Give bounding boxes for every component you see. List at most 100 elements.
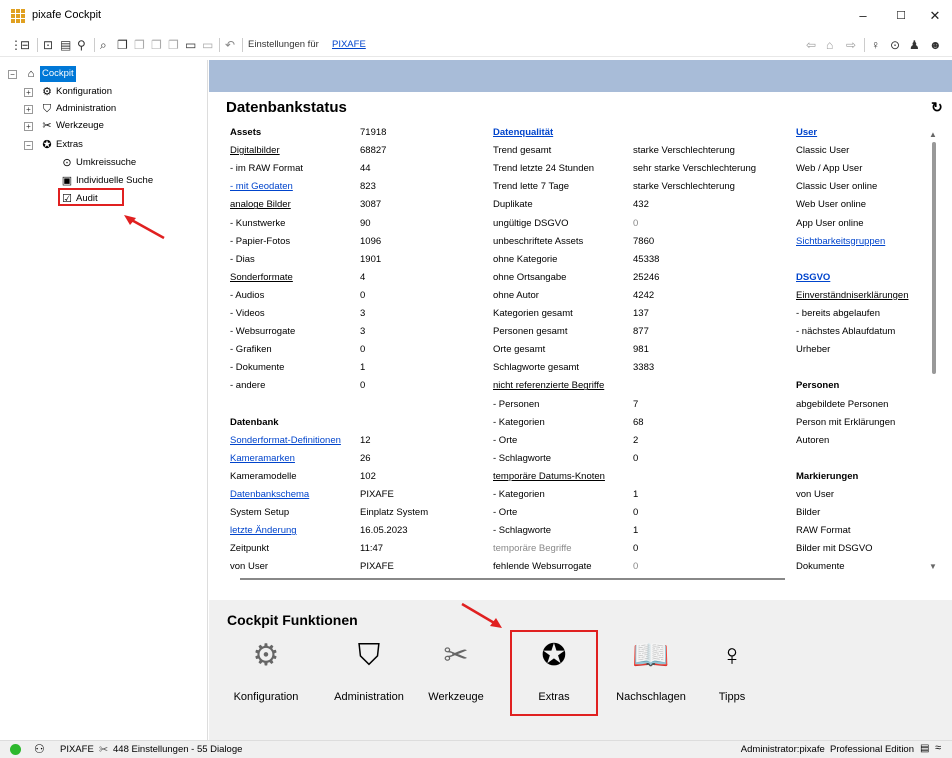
window-title: pixafe Cockpit bbox=[32, 9, 102, 21]
col1-label[interactable]: letzte Änderung bbox=[230, 524, 297, 538]
reader-icon[interactable]: ♟ bbox=[909, 37, 920, 53]
col2-label[interactable]: Datenqualität bbox=[493, 126, 553, 140]
tree-expander[interactable]: − bbox=[24, 141, 33, 150]
col1-value: PIXAFE bbox=[360, 561, 394, 573]
col1-label: System Setup bbox=[230, 507, 290, 519]
search-icon[interactable]: ⌕ bbox=[100, 37, 107, 53]
col1-value: PIXAFE bbox=[360, 489, 394, 500]
col3-label[interactable]: DSGVO bbox=[796, 271, 830, 285]
title-bar: pixafe Cockpit – ☐ ✕ bbox=[0, 0, 952, 32]
col1-value: 68827 bbox=[360, 145, 387, 157]
search-icon: ▣ bbox=[61, 175, 73, 187]
col3-label: Classic User bbox=[796, 145, 850, 157]
col2-label: temporäre Datums-Knoten bbox=[493, 470, 605, 482]
col2-label: fehlende Websurrogate bbox=[493, 561, 592, 573]
status-bar: ⚇ PIXAFE ✂ 448 Einstellungen - 55 Dialog… bbox=[0, 740, 952, 758]
scroll-down-icon[interactable]: ▼ bbox=[929, 562, 937, 571]
col1-value: 4 bbox=[360, 271, 366, 283]
col3-label: Urheber bbox=[796, 344, 831, 356]
col1-value: 0 bbox=[360, 380, 366, 392]
col2-label: ungültige DSGVO bbox=[493, 217, 569, 229]
col3-label[interactable]: Sichtbarkeitsgruppen bbox=[796, 235, 885, 249]
col1-value: 12 bbox=[360, 434, 371, 446]
tree-item-cockpit[interactable]: Cockpit bbox=[40, 66, 76, 82]
copy-all-icon[interactable]: ❐ bbox=[151, 37, 162, 53]
settings-for-link[interactable]: PIXAFE bbox=[332, 37, 366, 53]
tree-expander[interactable]: + bbox=[24, 122, 33, 131]
function-konfiguration[interactable]: ⚙ Konfiguration bbox=[226, 628, 306, 716]
copy-list-icon[interactable]: ❐ bbox=[134, 37, 145, 53]
undo-icon[interactable]: ↶ bbox=[225, 37, 235, 53]
function-label: Nachschlagen bbox=[616, 691, 686, 703]
col3-label[interactable]: User bbox=[796, 126, 817, 140]
refresh-icon[interactable]: ↻ bbox=[931, 99, 943, 116]
lightbulb-icon[interactable]: ♀ bbox=[871, 37, 880, 53]
function-tipps[interactable]: ♀ Tipps bbox=[704, 628, 760, 716]
binoculars-icon[interactable]: ⚲ bbox=[77, 37, 86, 53]
forward-icon[interactable]: ⇨ bbox=[846, 37, 856, 53]
col3-label: Classic User online bbox=[796, 181, 878, 193]
gears-icon: ⚙ bbox=[252, 639, 280, 672]
function-administration[interactable]: ⛉ Administration bbox=[320, 628, 418, 716]
user-icon[interactable]: ☻ bbox=[929, 37, 942, 53]
wifi-icon: ≈ bbox=[935, 742, 942, 754]
col1-label[interactable]: Datenbankschema bbox=[230, 488, 309, 502]
col1-value: 1096 bbox=[360, 235, 382, 247]
horizontal-scrollbar[interactable] bbox=[240, 578, 785, 580]
col1-label: - Papier-Fotos bbox=[230, 235, 291, 247]
back-icon[interactable]: ⇦ bbox=[806, 37, 816, 53]
annotation-arrow-functions bbox=[461, 602, 502, 628]
scroll-up-icon[interactable]: ▲ bbox=[929, 130, 937, 139]
function-werkzeuge[interactable]: ✂ Werkzeuge bbox=[420, 628, 492, 716]
col1-label: von User bbox=[230, 561, 269, 573]
vertical-scrollbar[interactable]: ▲ ▼ bbox=[929, 130, 939, 575]
col1-label: - Grafiken bbox=[230, 344, 272, 356]
function-label: Konfiguration bbox=[233, 691, 299, 703]
maximize-button[interactable]: ☐ bbox=[886, 6, 916, 26]
col1-label[interactable]: Kameramarken bbox=[230, 452, 295, 466]
col1-label[interactable]: - mit Geodaten bbox=[230, 180, 293, 194]
cockpit-functions-title: Cockpit Funktionen bbox=[227, 612, 358, 628]
col3-label: Web User online bbox=[796, 199, 867, 211]
tools-icon: ✂ bbox=[42, 120, 52, 132]
col1-value: 11:47 bbox=[360, 543, 384, 555]
col3-label: Dokumente bbox=[796, 561, 845, 573]
help-icon[interactable]: ⊙ bbox=[890, 37, 900, 53]
save-icon[interactable]: ▤ bbox=[60, 37, 71, 53]
tree-expander[interactable]: + bbox=[24, 88, 33, 97]
col1-label: Sonderformate bbox=[230, 271, 293, 283]
tree-item-konfiguration[interactable]: Konfiguration bbox=[56, 84, 112, 100]
function-nachschlagen[interactable]: 📖 Nachschlagen bbox=[604, 628, 698, 716]
minimize-button[interactable]: – bbox=[848, 6, 878, 26]
home-icon[interactable]: ⌂ bbox=[826, 37, 833, 53]
copy-icon[interactable]: ❐ bbox=[117, 37, 128, 53]
tree-item-individuelle-suche[interactable]: Individuelle Suche bbox=[76, 173, 153, 189]
tree-item-werkzeuge[interactable]: Werkzeuge bbox=[56, 118, 104, 134]
col3-label: - nächstes Ablaufdatum bbox=[796, 326, 896, 338]
toolbar: ⋮ ⊟ ⊡ ▤ ⚲ ⌕ ❐ ❐ ❐ ❐ ▭ ▭ ↶ Einstellungen … bbox=[0, 33, 952, 57]
col2-value: 981 bbox=[633, 344, 649, 356]
col1-label[interactable]: Sonderformat-Definitionen bbox=[230, 434, 341, 448]
col2-value: 877 bbox=[633, 326, 649, 338]
col1-label: Kameramodelle bbox=[230, 470, 297, 482]
home-panel-icon[interactable]: ⊟ bbox=[20, 37, 30, 53]
duplicate-icon[interactable]: ❐ bbox=[168, 37, 179, 53]
col2-label: unbeschriftete Assets bbox=[493, 235, 584, 247]
close-button[interactable]: ✕ bbox=[920, 6, 950, 26]
annotation-box-extras bbox=[510, 630, 598, 716]
tree-item-administration[interactable]: Administration bbox=[56, 101, 116, 117]
col2-label: Schlagworte gesamt bbox=[493, 362, 580, 374]
col3-label: Bilder mit DSGVO bbox=[796, 543, 873, 555]
tree-expander[interactable]: − bbox=[8, 70, 17, 79]
tree-item-extras[interactable]: Extras bbox=[56, 137, 83, 153]
col1-value: 3 bbox=[360, 308, 366, 319]
paste-icon[interactable]: ▭ bbox=[202, 37, 213, 53]
scroll-thumb[interactable] bbox=[932, 142, 936, 374]
tree-item-umkreissuche[interactable]: Umkreissuche bbox=[76, 155, 136, 171]
window-icon[interactable]: ⊡ bbox=[43, 37, 53, 53]
tree-expander[interactable]: + bbox=[24, 105, 33, 114]
col2-value: 7860 bbox=[633, 235, 655, 247]
clipboard-icon[interactable]: ▭ bbox=[185, 37, 196, 53]
col2-value: 0 bbox=[633, 561, 639, 573]
star-icon: ✪ bbox=[42, 139, 52, 151]
